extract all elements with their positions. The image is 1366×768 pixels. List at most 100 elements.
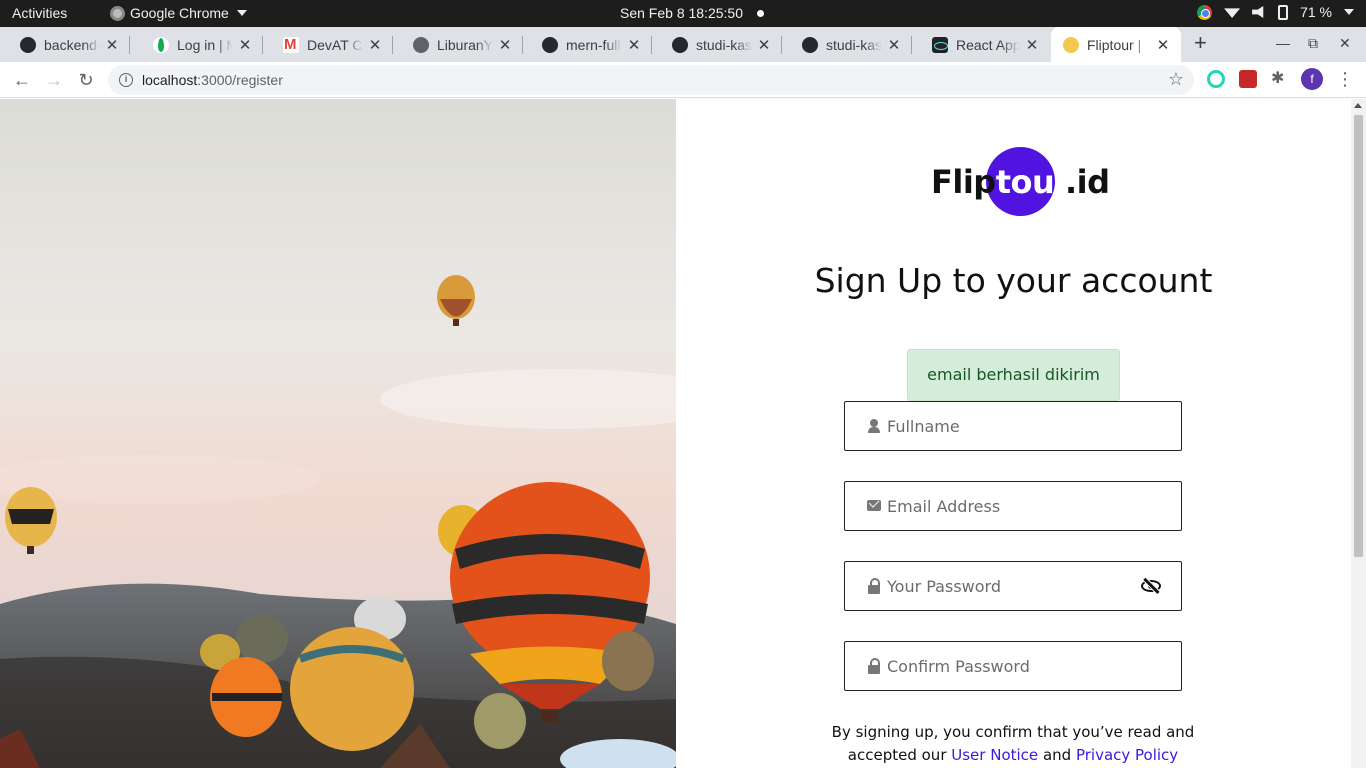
wifi-icon <box>1224 8 1241 18</box>
menu-kebab-icon[interactable]: ⋮ <box>1336 68 1354 90</box>
logo-part-3: .id <box>1064 163 1110 201</box>
profile-avatar[interactable]: f <box>1301 68 1323 90</box>
logo-text: Fliptour.id <box>931 163 1110 201</box>
github-icon <box>802 36 818 53</box>
extension-icon[interactable] <box>1207 70 1225 88</box>
close-icon[interactable]: ✕ <box>237 36 253 54</box>
page-content: Fliptour.id Sign Up to your account emai… <box>0 99 1351 768</box>
info-icon[interactable]: i <box>119 73 133 87</box>
mongodb-icon <box>153 36 169 53</box>
activities-button[interactable]: Activities <box>12 5 67 21</box>
system-top-bar: Activities Google Chrome Sen Feb 8 18:25… <box>0 0 1366 27</box>
bookmark-star-icon[interactable]: ☆ <box>1168 69 1184 90</box>
page-title: Sign Up to your account <box>814 261 1213 300</box>
tab-fliptour[interactable]: Fliptour | ✕ <box>1051 27 1181 62</box>
tab-title: studi-kasu <box>696 36 752 53</box>
hero-image <box>0 99 676 768</box>
extension-icon[interactable] <box>1239 70 1257 88</box>
tab-react-app[interactable]: React App ✕ <box>912 27 1050 62</box>
chevron-down-icon <box>1344 9 1354 15</box>
tab-strip: backend-l ✕ Log in | M ✕ DevAT Ch ✕ Libu… <box>0 27 1366 62</box>
tab-title: Fliptour | <box>1087 36 1142 53</box>
close-icon[interactable]: ✕ <box>104 36 120 54</box>
tab-mongodb[interactable]: Log in | M ✕ <box>133 27 263 62</box>
notification-dot-icon <box>757 9 764 17</box>
react-icon <box>932 36 948 53</box>
close-icon[interactable]: ✕ <box>1024 36 1040 54</box>
tab-liburanyu[interactable]: LiburanYu ✕ <box>393 27 523 62</box>
tab-gmail[interactable]: DevAT Ch ✕ <box>263 27 393 62</box>
tab-title: LiburanYu <box>437 36 493 53</box>
confirm-password-field[interactable] <box>844 641 1182 691</box>
close-icon[interactable]: ✕ <box>756 36 772 54</box>
url-path: :3000/register <box>197 72 283 88</box>
clock[interactable]: Sen Feb 8 18:25:50 <box>620 5 764 21</box>
balloons-photo <box>0 99 676 768</box>
tab-studi-kasus-1[interactable]: studi-kasu ✕ <box>652 27 782 62</box>
fullname-input[interactable] <box>887 403 1137 449</box>
page-scrollbar[interactable] <box>1351 99 1366 768</box>
url-text[interactable]: localhost:3000/register <box>142 72 283 88</box>
terms-text: By signing up, you confirm that you’ve r… <box>826 721 1200 767</box>
new-tab-button[interactable]: + <box>1194 32 1207 54</box>
app-menu[interactable]: Google Chrome <box>110 5 247 21</box>
tab-separator <box>129 36 130 54</box>
eye-slash-icon[interactable] <box>1140 578 1162 594</box>
register-panel: Fliptour.id Sign Up to your account emai… <box>676 99 1351 768</box>
tab-title: DevAT Ch <box>307 36 363 53</box>
privacy-policy-link[interactable]: Privacy Policy <box>1076 746 1178 764</box>
reload-button[interactable]: ↻ <box>74 68 98 92</box>
back-button[interactable]: ← <box>10 68 34 92</box>
github-icon <box>542 36 558 53</box>
email-input[interactable] <box>887 483 1137 529</box>
close-icon[interactable]: ✕ <box>886 36 902 54</box>
lock-icon <box>867 658 881 674</box>
terms-and: and <box>1042 746 1072 764</box>
tab-title: React App <box>956 36 1020 53</box>
tab-title: studi-kasu <box>826 36 882 53</box>
puzzle-icon[interactable]: ✱ <box>1271 70 1289 88</box>
chevron-down-icon <box>236 10 247 16</box>
gmail-icon <box>283 36 299 53</box>
address-bar[interactable]: i localhost:3000/register ☆ <box>108 65 1194 95</box>
chrome-icon <box>110 5 125 21</box>
url-host: localhost <box>142 72 198 88</box>
github-icon <box>20 36 36 53</box>
close-window-button[interactable]: ✕ <box>1339 35 1351 52</box>
close-icon[interactable]: ✕ <box>1155 36 1171 54</box>
tab-studi-kasus-2[interactable]: studi-kasu ✕ <box>782 27 912 62</box>
scrollbar-thumb[interactable] <box>1354 115 1363 557</box>
tab-mern-full[interactable]: mern-full ✕ <box>522 27 652 62</box>
battery-percent: 71 % <box>1300 4 1332 20</box>
tab-backend[interactable]: backend-l ✕ <box>0 27 130 62</box>
restore-button[interactable]: ⧉ <box>1308 35 1318 52</box>
success-alert: email berhasil dikirim <box>907 349 1120 401</box>
globe-icon <box>413 36 429 53</box>
fullname-field[interactable] <box>844 401 1182 451</box>
email-field[interactable] <box>844 481 1182 531</box>
close-icon[interactable]: ✕ <box>626 36 642 54</box>
minimize-button[interactable]: — <box>1276 35 1290 51</box>
password-field[interactable] <box>844 561 1182 611</box>
tab-title: backend-l <box>44 36 100 53</box>
password-input[interactable] <box>887 563 1137 609</box>
volume-icon <box>1252 6 1264 18</box>
battery-icon <box>1278 4 1289 20</box>
close-icon[interactable]: ✕ <box>367 36 383 54</box>
logo-part-2: tour <box>995 163 1066 201</box>
system-tray[interactable]: 71 % <box>1197 4 1354 20</box>
user-notice-link[interactable]: User Notice <box>951 746 1038 764</box>
fliptour-icon <box>1063 36 1079 53</box>
lock-icon <box>867 578 881 594</box>
user-icon <box>867 419 881 433</box>
tab-title: Log in | M <box>177 36 233 53</box>
logo-part-1: Flip <box>931 163 996 201</box>
github-icon <box>672 36 688 53</box>
scroll-up-arrow-icon[interactable] <box>1354 103 1362 108</box>
clock-text: Sen Feb 8 18:25:50 <box>620 5 743 21</box>
forward-button[interactable]: → <box>42 68 66 92</box>
close-icon[interactable]: ✕ <box>497 36 513 54</box>
chrome-status-icon[interactable] <box>1197 4 1213 20</box>
browser-toolbar: ← → ↻ i localhost:3000/register ☆ ✱ f ⋮ <box>0 62 1366 98</box>
confirm-password-input[interactable] <box>887 643 1137 689</box>
